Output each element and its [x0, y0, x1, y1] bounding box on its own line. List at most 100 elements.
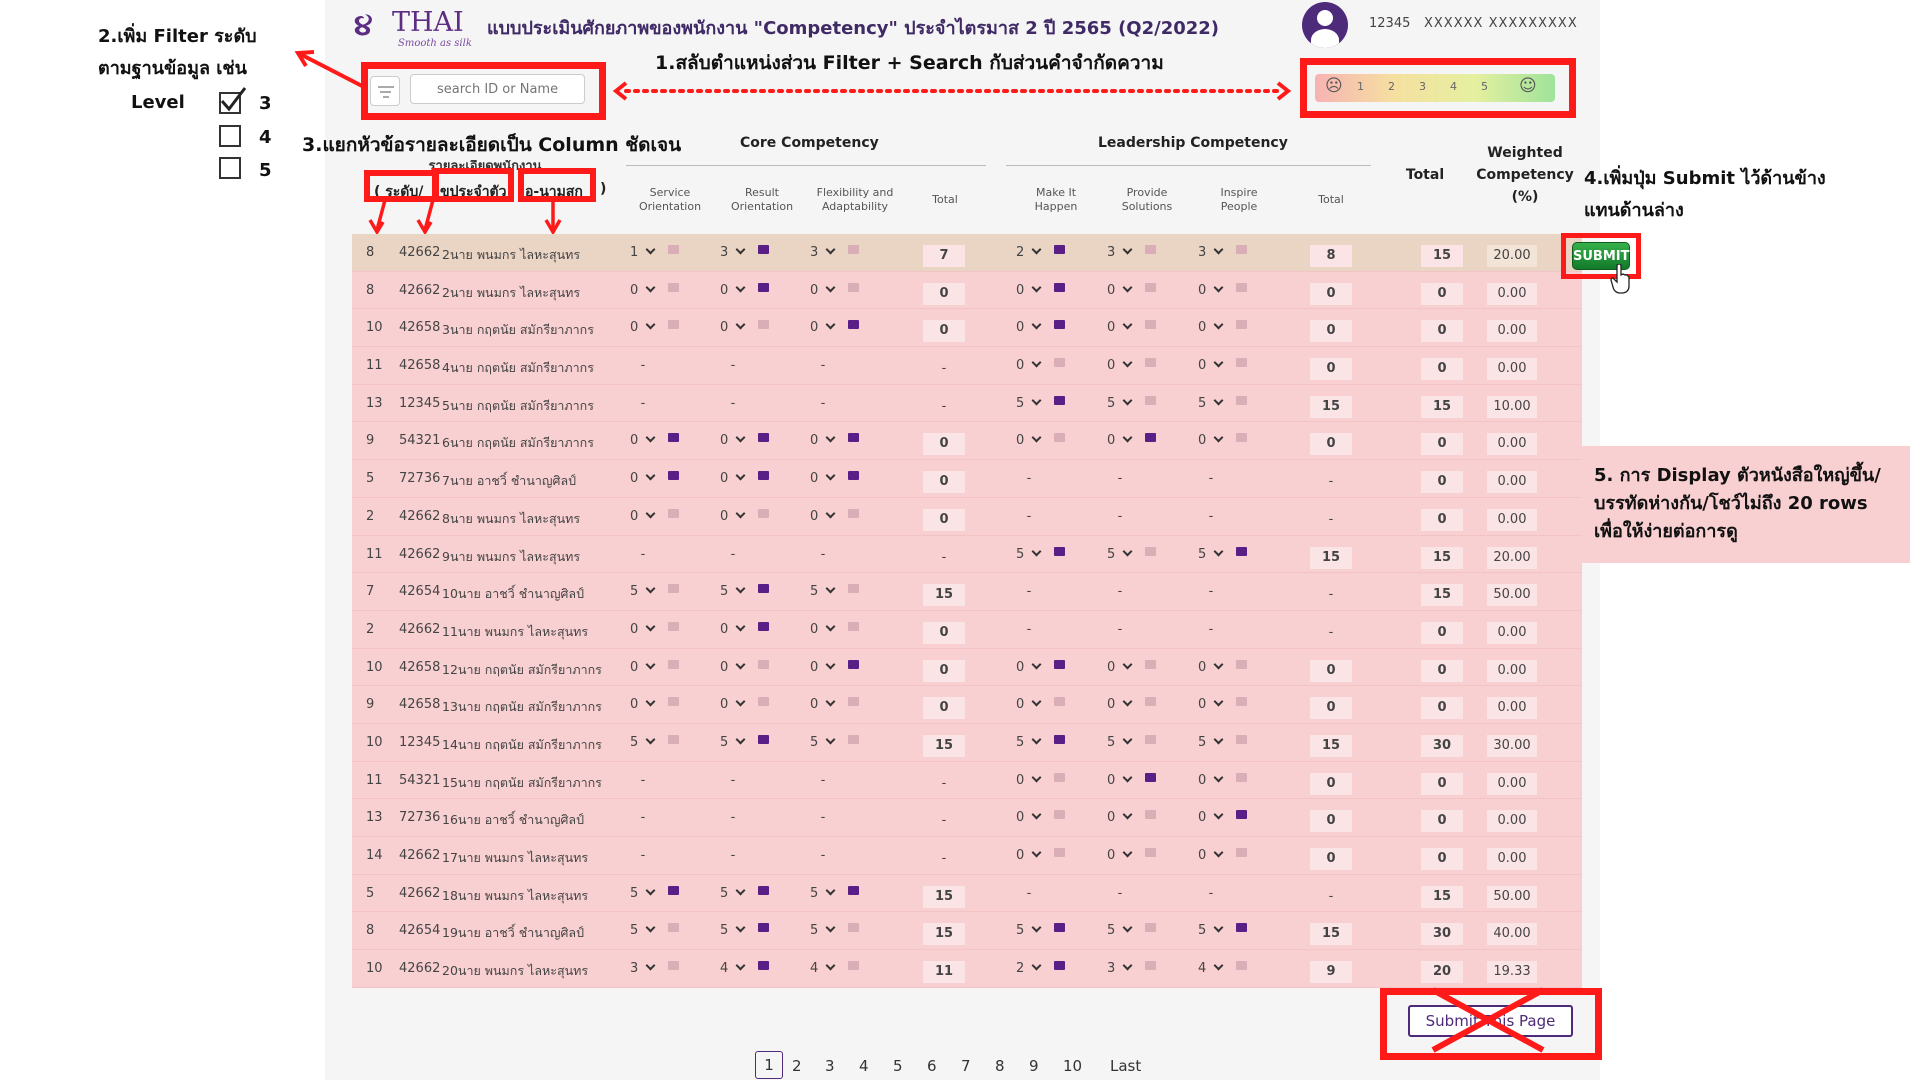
score-select[interactable]: 5: [1016, 734, 1042, 750]
score-select[interactable]: 3: [1107, 960, 1133, 976]
score-select[interactable]: 5: [630, 734, 656, 750]
score-select[interactable]: 5: [630, 885, 656, 901]
score-select[interactable]: 0: [1016, 847, 1042, 863]
filter-button[interactable]: [370, 76, 400, 106]
score-select[interactable]: 3: [1198, 244, 1224, 260]
comment-icon[interactable]: [1145, 961, 1156, 971]
comment-icon[interactable]: [1145, 320, 1156, 330]
comment-icon[interactable]: [668, 320, 679, 330]
comment-icon[interactable]: [1054, 734, 1065, 744]
score-select[interactable]: 5: [720, 583, 746, 599]
score-select[interactable]: 0: [720, 470, 746, 486]
comment-icon[interactable]: [758, 734, 769, 744]
score-select[interactable]: 0: [1016, 772, 1042, 788]
comment-icon[interactable]: [1054, 395, 1065, 405]
page-link-3[interactable]: 3: [825, 1057, 835, 1075]
comment-icon[interactable]: [1145, 923, 1156, 933]
comment-icon[interactable]: [1145, 848, 1156, 857]
comment-icon[interactable]: [1236, 734, 1247, 744]
score-select[interactable]: 5: [1016, 546, 1042, 562]
score-select[interactable]: 0: [1016, 659, 1042, 675]
score-select[interactable]: 5: [810, 734, 836, 750]
score-select[interactable]: 0: [1107, 659, 1133, 675]
page-link-5[interactable]: 5: [893, 1057, 903, 1075]
score-select[interactable]: 0: [720, 319, 746, 335]
score-select[interactable]: 0: [1107, 847, 1133, 863]
score-select[interactable]: 4: [720, 960, 746, 976]
comment-icon[interactable]: [1236, 245, 1247, 254]
score-select[interactable]: 3: [720, 244, 746, 260]
comment-icon[interactable]: [1236, 697, 1247, 707]
score-select[interactable]: 0: [1107, 319, 1133, 335]
score-select[interactable]: 0: [1107, 282, 1133, 298]
comment-icon[interactable]: [848, 584, 859, 594]
page-link-9[interactable]: 9: [1029, 1057, 1039, 1075]
score-select[interactable]: 0: [810, 696, 836, 712]
score-select[interactable]: 0: [1198, 357, 1224, 373]
comment-icon[interactable]: [758, 433, 769, 443]
score-select[interactable]: 5: [630, 583, 656, 599]
score-select[interactable]: 0: [630, 470, 656, 486]
comment-icon[interactable]: [668, 961, 679, 971]
comment-icon[interactable]: [1236, 961, 1247, 971]
comment-icon[interactable]: [1054, 546, 1065, 556]
page-link-last[interactable]: Last »: [1110, 1057, 1141, 1080]
page-link-2[interactable]: 2: [792, 1057, 802, 1075]
score-select[interactable]: 0: [720, 432, 746, 448]
score-select[interactable]: 0: [1107, 696, 1133, 712]
score-select[interactable]: 5: [720, 885, 746, 901]
score-select[interactable]: 2: [1016, 960, 1042, 976]
score-select[interactable]: 0: [1107, 357, 1133, 373]
score-select[interactable]: 0: [1107, 432, 1133, 448]
score-select[interactable]: 0: [810, 470, 836, 486]
score-select[interactable]: 0: [1198, 809, 1224, 825]
comment-icon[interactable]: [1236, 358, 1247, 368]
comment-icon[interactable]: [1145, 395, 1156, 405]
score-select[interactable]: 0: [1198, 659, 1224, 675]
comment-icon[interactable]: [1236, 546, 1247, 556]
score-select[interactable]: 0: [1016, 432, 1042, 448]
score-select[interactable]: 0: [1016, 357, 1042, 373]
comment-icon[interactable]: [668, 433, 679, 443]
score-select[interactable]: 5: [1107, 922, 1133, 938]
score-select[interactable]: 0: [1016, 319, 1042, 335]
page-link-8[interactable]: 8: [995, 1057, 1005, 1075]
comment-icon[interactable]: [848, 697, 859, 707]
score-select[interactable]: 0: [1016, 809, 1042, 825]
comment-icon[interactable]: [668, 282, 679, 292]
comment-icon[interactable]: [668, 621, 679, 631]
page-link-10[interactable]: 10: [1063, 1057, 1082, 1075]
score-select[interactable]: 0: [720, 696, 746, 712]
score-select[interactable]: 5: [1198, 395, 1224, 411]
comment-icon[interactable]: [1236, 395, 1247, 405]
score-select[interactable]: 5: [1107, 395, 1133, 411]
comment-icon[interactable]: [758, 923, 769, 933]
score-select[interactable]: 0: [1198, 772, 1224, 788]
comment-icon[interactable]: [1145, 358, 1156, 368]
score-select[interactable]: 0: [1016, 696, 1042, 712]
page-link-4[interactable]: 4: [859, 1057, 869, 1075]
comment-icon[interactable]: [848, 923, 859, 933]
comment-icon[interactable]: [1236, 923, 1247, 933]
score-select[interactable]: 5: [720, 922, 746, 938]
score-select[interactable]: 0: [720, 659, 746, 675]
comment-icon[interactable]: [758, 659, 769, 669]
score-select[interactable]: 5: [630, 922, 656, 938]
comment-icon[interactable]: [1236, 659, 1247, 669]
score-select[interactable]: 0: [1198, 319, 1224, 335]
score-select[interactable]: 0: [810, 659, 836, 675]
score-select[interactable]: 0: [720, 621, 746, 637]
comment-icon[interactable]: [1145, 433, 1156, 443]
comment-icon[interactable]: [758, 697, 769, 707]
comment-icon[interactable]: [1145, 772, 1156, 782]
comment-icon[interactable]: [1145, 659, 1156, 669]
comment-icon[interactable]: [1145, 810, 1156, 820]
score-select[interactable]: 0: [630, 319, 656, 335]
comment-icon[interactable]: [1054, 697, 1065, 707]
comment-icon[interactable]: [668, 508, 679, 518]
score-select[interactable]: 0: [1016, 282, 1042, 298]
comment-icon[interactable]: [1054, 923, 1065, 933]
comment-icon[interactable]: [1054, 282, 1065, 292]
comment-icon[interactable]: [848, 621, 859, 631]
score-select[interactable]: 4: [810, 960, 836, 976]
